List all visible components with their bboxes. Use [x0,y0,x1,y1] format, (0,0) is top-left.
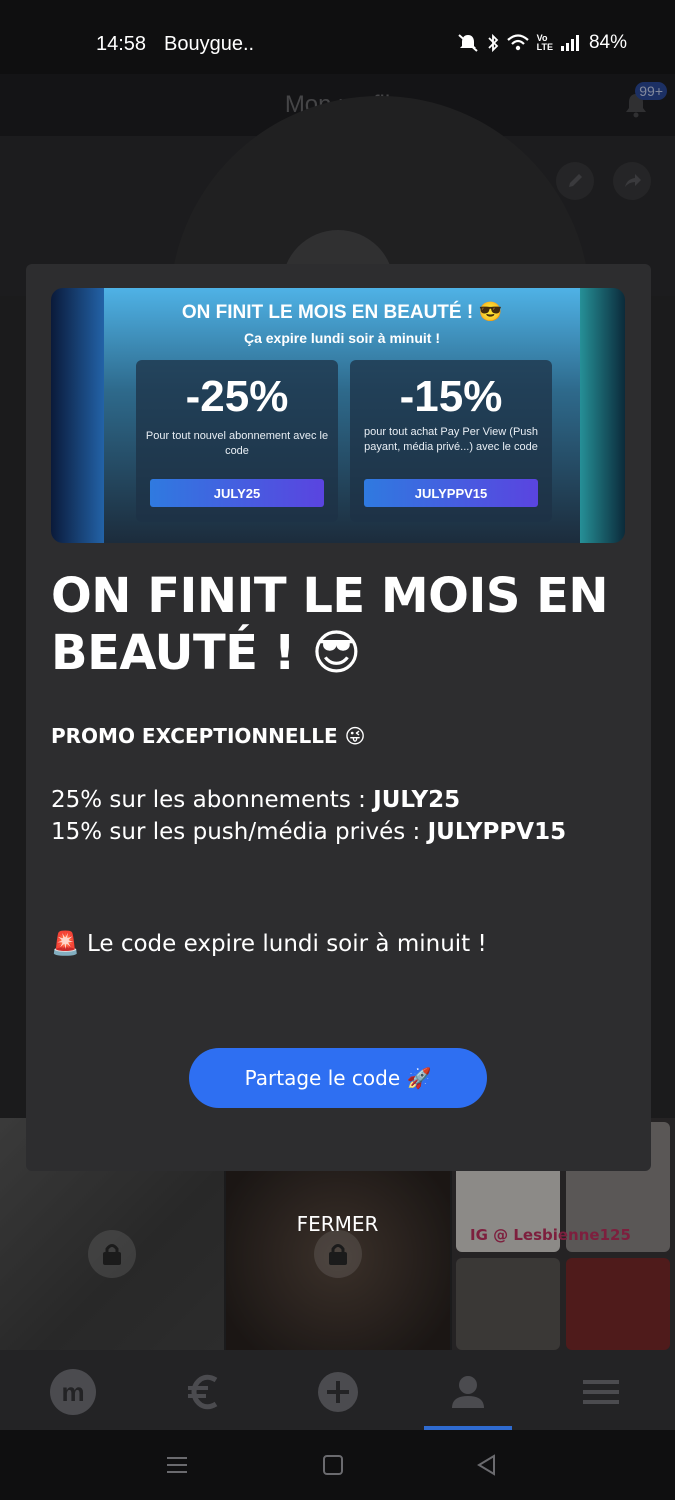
discount-description: Pour tout nouvel abonnement avec le code [145,430,329,457]
status-bar: 14:58 Bouygue.. Vo LTE 84% [0,0,675,74]
expiry-notice: 🚨 Le code expire lundi soir à minuit ! [51,931,487,957]
back-triangle-icon[interactable] [474,1452,500,1478]
promo-code: JULY25 [373,787,461,813]
banner-panel: ON FINIT LE MOIS EN BEAUTÉ ! 😎 Ça expire… [104,288,580,543]
modal-headline: ON FINIT LE MOIS EN BEAUTÉ ! 😎 [51,568,609,681]
nav-profile[interactable] [444,1368,492,1416]
promo-code: JULYPPV15 [427,819,567,845]
euro-icon [188,1374,218,1410]
banner-title: ON FINIT LE MOIS EN BEAUTÉ ! 😎 [181,302,503,323]
discount-code: JULYPPV15 [364,479,538,507]
share-code-button[interactable]: Partage le code 🚀 [189,1048,487,1108]
promo-label: PROMO EXCEPTIONNELLE 😜 [51,724,366,748]
discount-card: -25% Pour tout nouvel abonnement avec le… [136,360,338,522]
signal-icon [560,35,579,51]
add-icon [318,1372,358,1412]
screen: 14:58 Bouygue.. VoLTE 84% Mon profil 99+ [0,0,675,1500]
banner-subtitle: Ça expire lundi soir à minuit ! [243,330,441,346]
promo-line-text: 15% sur les push/média privés : [51,819,428,845]
recent-apps-icon[interactable] [164,1452,190,1478]
discount-percent: -15% [399,372,503,421]
nav-wallet[interactable] [180,1368,228,1416]
nav-menu[interactable] [577,1368,625,1416]
battery-level: 84% [588,32,627,53]
home-square-icon[interactable] [320,1452,346,1478]
discount-description: pour tout achat Pay Per View (Push payan… [363,426,539,453]
wifi-icon [506,34,529,51]
nav-home[interactable]: m [49,1368,97,1416]
discount-percent: -25% [185,372,289,421]
promo-modal: ON FINIT LE MOIS EN BEAUTÉ ! 😎 Ça expire… [26,264,651,1171]
home-logo: m [50,1369,96,1415]
bottom-nav: m [0,1350,675,1430]
discount-code: JULY25 [150,479,324,507]
bluetooth-icon [487,33,498,53]
promo-line-text: 25% sur les abonnements : [51,787,374,813]
discount-card: -15% pour tout achat Pay Per View (Push … [350,360,552,522]
status-carrier: Bouygue.. [164,33,255,55]
system-nav-bar [0,1430,675,1500]
volte-icon: Vo LTE [536,33,553,52]
menu-icon [583,1380,619,1404]
profile-icon [452,1376,484,1408]
promo-line-subscriptions: 25% sur les abonnements : JULY25 [51,787,460,813]
close-button[interactable]: FERMER [0,1212,675,1236]
status-icons: Vo LTE 84% [457,32,627,54]
promo-banner-image: ON FINIT LE MOIS EN BEAUTÉ ! 😎 Ça expire… [51,288,625,543]
promo-line-ppv: 15% sur les push/média privés : JULYPPV1… [51,819,566,845]
nav-add[interactable] [314,1368,362,1416]
status-time: 14:58 [96,33,147,55]
mute-icon [457,34,478,52]
